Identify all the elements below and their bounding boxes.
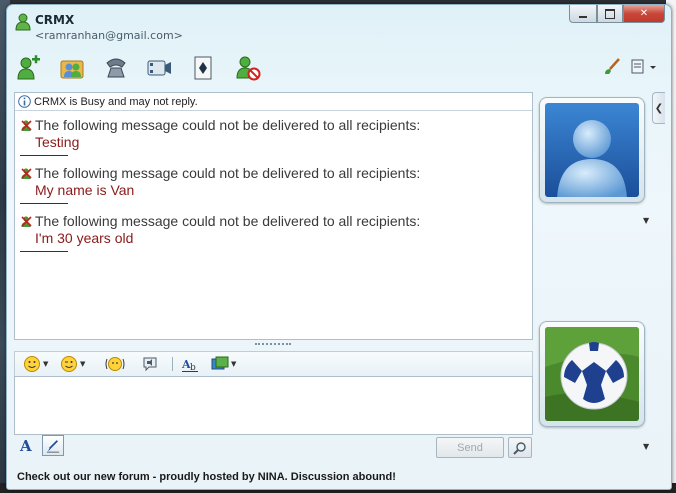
undelivered-message: The following message could not be deliv… bbox=[15, 165, 532, 204]
chevron-down-icon: ▼ bbox=[231, 360, 237, 368]
games-button[interactable] bbox=[191, 55, 217, 81]
search-icon bbox=[513, 441, 526, 455]
collapse-sidebar-button[interactable]: ❮ bbox=[652, 92, 665, 124]
window-controls: ✕ bbox=[569, 5, 665, 23]
message-text: Testing bbox=[35, 134, 80, 150]
video-button[interactable] bbox=[146, 55, 172, 81]
my-avatar[interactable] bbox=[539, 321, 645, 427]
contact-avatar[interactable] bbox=[539, 97, 645, 203]
invite-contact-button[interactable] bbox=[15, 55, 41, 81]
compose-toolbar: ▼ ▼ A b ▼ bbox=[14, 351, 533, 376]
font-format-button[interactable]: A bbox=[20, 437, 32, 455]
handwriting-button[interactable] bbox=[42, 435, 64, 456]
wink-button[interactable]: ▼ bbox=[60, 355, 85, 373]
buddy-icon bbox=[15, 13, 31, 31]
games-icon bbox=[194, 56, 212, 80]
nudge-button[interactable] bbox=[103, 355, 127, 373]
message-divider bbox=[20, 155, 68, 156]
font-icon: A b bbox=[181, 358, 198, 373]
message-text: I'm 30 years old bbox=[35, 230, 134, 246]
paintbrush-icon bbox=[605, 58, 620, 74]
emoticon-icon bbox=[24, 356, 40, 372]
add-contact-icon bbox=[17, 55, 40, 80]
voice-clip-icon bbox=[143, 357, 157, 372]
delivery-error-text: The following message could not be deliv… bbox=[35, 213, 421, 229]
background-button[interactable]: ▼ bbox=[211, 355, 236, 373]
nudge-icon bbox=[105, 357, 125, 371]
menu-button[interactable] bbox=[630, 57, 658, 77]
block-contact-icon bbox=[236, 56, 261, 81]
delivery-failed-icon bbox=[21, 216, 32, 227]
message-divider bbox=[20, 251, 68, 252]
close-button[interactable]: ✕ bbox=[623, 5, 665, 23]
pen-icon bbox=[46, 439, 60, 453]
conversation-window: CRMX <ramranhan@gmail.com> ✕ CRMX is Bus… bbox=[6, 4, 672, 490]
delivery-error-text: The following message could not be deliv… bbox=[35, 117, 421, 133]
contact-display-picture bbox=[545, 103, 639, 197]
voice-clip-button[interactable] bbox=[141, 355, 159, 373]
info-icon bbox=[18, 95, 31, 108]
message-input[interactable] bbox=[14, 376, 533, 435]
font-button[interactable]: A b bbox=[181, 355, 199, 373]
maximize-icon bbox=[605, 8, 615, 19]
my-display-picture bbox=[545, 327, 639, 421]
search-button[interactable] bbox=[508, 437, 532, 458]
delivery-failed-icon bbox=[21, 120, 32, 131]
background-icon bbox=[211, 356, 229, 370]
delivery-failed-icon bbox=[21, 168, 32, 179]
contact-email: <ramranhan@gmail.com> bbox=[35, 29, 183, 42]
send-button[interactable]: Send bbox=[436, 437, 504, 458]
undelivered-message: The following message could not be deliv… bbox=[15, 213, 532, 252]
maximize-button[interactable] bbox=[597, 5, 623, 23]
call-button[interactable] bbox=[103, 55, 129, 81]
minimize-icon bbox=[579, 15, 587, 18]
pane-splitter[interactable] bbox=[255, 343, 291, 349]
customize-button[interactable] bbox=[602, 57, 622, 77]
message-text: My name is Van bbox=[35, 182, 135, 198]
share-files-button[interactable] bbox=[59, 55, 85, 81]
message-divider bbox=[20, 203, 68, 204]
minimize-button[interactable] bbox=[569, 5, 597, 23]
chevron-left-icon: ❮ bbox=[654, 102, 664, 114]
voice-call-icon bbox=[106, 58, 126, 78]
share-folder-icon bbox=[60, 60, 84, 79]
menu-dropdown-icon bbox=[631, 59, 656, 74]
wink-icon bbox=[61, 356, 77, 372]
chevron-down-icon: ▼ bbox=[43, 360, 49, 368]
undelivered-message: The following message could not be deliv… bbox=[15, 117, 532, 156]
toolbar bbox=[7, 49, 671, 87]
chevron-down-icon: ▼ bbox=[80, 360, 86, 368]
contact-avatar-menu-arrow[interactable]: ▼ bbox=[643, 216, 649, 225]
emoticon-button[interactable]: ▼ bbox=[23, 355, 48, 373]
my-avatar-menu-arrow[interactable]: ▼ bbox=[643, 442, 649, 451]
conversation-history[interactable]: CRMX is Busy and may not reply. The foll… bbox=[14, 92, 533, 340]
block-button[interactable] bbox=[235, 55, 261, 81]
toolbar-separator bbox=[172, 357, 173, 371]
title-bar[interactable]: CRMX <ramranhan@gmail.com> ✕ bbox=[7, 5, 671, 49]
status-message: Check out our new forum - proudly hosted… bbox=[17, 471, 396, 483]
delivery-error-text: The following message could not be deliv… bbox=[35, 165, 421, 181]
busy-notice-bar: CRMX is Busy and may not reply. bbox=[15, 93, 532, 111]
busy-notice-text: CRMX is Busy and may not reply. bbox=[34, 95, 198, 108]
video-icon bbox=[147, 60, 171, 76]
contact-name: CRMX bbox=[35, 13, 75, 27]
close-icon: ✕ bbox=[639, 8, 649, 19]
